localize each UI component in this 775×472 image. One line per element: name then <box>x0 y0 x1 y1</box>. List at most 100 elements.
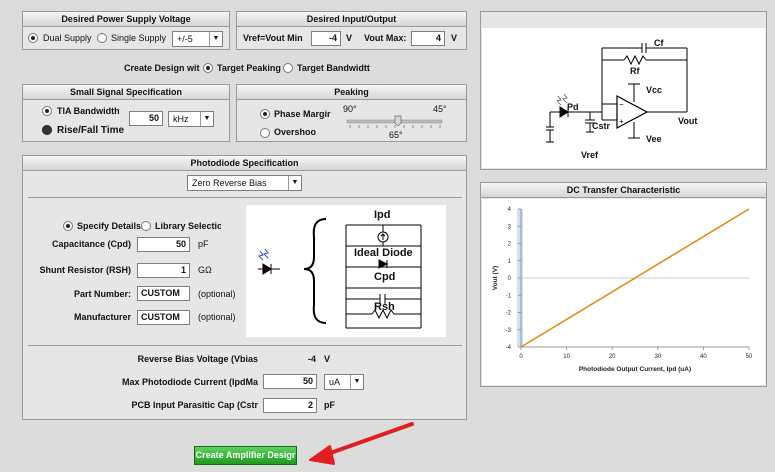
phase-margin-radio[interactable] <box>260 109 270 119</box>
small-signal-panel: Small Signal Specification TIA Bandwidth… <box>22 84 230 142</box>
bandwidth-input[interactable]: 50 <box>129 111 163 126</box>
chevron-down-icon: ▼ <box>350 375 363 389</box>
single-supply-radio[interactable] <box>97 33 107 43</box>
y-tick-label: 0 <box>508 276 512 282</box>
photodiode-icon <box>258 248 280 275</box>
schematic-panel: − + Cf Rf Vcc Pd Cstr Vout Vee Vref <box>480 11 767 170</box>
y-tick-label: 2 <box>508 242 512 248</box>
schematic-pd-label: Pd <box>567 102 579 112</box>
shunt-resistor-unit: GΩ <box>198 265 212 275</box>
phase-margin-label: Phase Margir <box>274 109 331 119</box>
supply-voltage-value: +/-5 <box>177 34 193 44</box>
schematic-vee-label: Vee <box>646 134 662 144</box>
vout-max-label: Vout Max: <box>364 33 407 43</box>
small-signal-title: Small Signal Specification <box>23 85 229 100</box>
phase-margin-slider[interactable] <box>345 115 445 129</box>
capacitance-unit: pF <box>198 239 209 249</box>
single-supply-label: Single Supply <box>111 33 167 43</box>
x-tick-label: 0 <box>519 354 523 360</box>
model-ideal-diode-label: Ideal Diode <box>354 247 413 259</box>
x-tick-label: 20 <box>609 354 616 360</box>
photodiode-model-diagram: Ipd Ideal Diode Cpd Rsh <box>246 205 446 337</box>
schematic-cf-label: Cf <box>654 38 664 48</box>
y-tick-label: 3 <box>508 224 512 230</box>
peaking-panel: Peaking Phase Margir Overshoo 90° 45° 65… <box>236 84 467 142</box>
schematic-rf-label: Rf <box>630 66 640 76</box>
bandwidth-unit-select[interactable]: kHz ▼ <box>168 111 214 127</box>
create-amplifier-button[interactable]: Create Amplifier Desigr <box>194 446 297 465</box>
slider-value-label: 65° <box>389 130 403 140</box>
part-number-input[interactable]: CUSTOM <box>137 286 190 301</box>
manufacturer-optional: (optional) <box>198 312 236 322</box>
brace-symbol <box>303 218 327 324</box>
tia-schematic: − + Cf Rf Vcc Pd Cstr Vout Vee Vref <box>482 28 765 168</box>
part-number-label: Part Number: <box>73 289 131 299</box>
dc-transfer-panel: DC Transfer Characteristic 4 3 2 1 0 -1 -2 -3 -4… <box>480 182 767 387</box>
chevron-down-icon: ▼ <box>209 32 222 46</box>
max-current-unit-value: uA <box>329 377 341 387</box>
input-output-title: Desired Input/Output <box>237 12 466 27</box>
chart-area: 4 3 2 1 0 -1 -2 -3 -4 0 10 20 30 40 50 Photodiode Outpu… <box>482 199 765 385</box>
divider <box>28 197 462 198</box>
input-output-panel: Desired Input/Output Vref=Vout Min -4 V … <box>236 11 467 50</box>
bandwidth-unit-value: kHz <box>173 114 189 124</box>
capacitance-input[interactable]: 50 <box>137 237 190 252</box>
shunt-resistor-input[interactable]: 1 <box>137 263 190 278</box>
slider-min-label: 90° <box>343 104 357 114</box>
y-tick-label: 1 <box>508 259 512 265</box>
shunt-resistor-label: Shunt Resistor (RSH) <box>39 265 131 275</box>
y-axis-label: Vout (V) <box>492 266 499 290</box>
vout-max-input[interactable]: 4 <box>411 31 445 46</box>
chart-title: DC Transfer Characteristic <box>481 183 766 198</box>
bias-mode-value: Zero Reverse Bias <box>192 178 267 188</box>
schematic-cstr-label: Cstr <box>592 121 611 131</box>
cstr-label: PCB Input Parasitic Cap (Cstr <box>131 400 258 410</box>
reverse-bias-unit: V <box>324 354 331 364</box>
rise-fall-radio[interactable] <box>42 125 52 135</box>
dual-supply-radio[interactable] <box>28 33 38 43</box>
x-tick-label: 50 <box>746 354 753 360</box>
photodiode-panel: Photodiode Specification Zero Reverse Bi… <box>22 155 467 420</box>
y-tick-label: -4 <box>506 345 512 351</box>
target-bandwidth-label: Target Bandwidtt <box>297 63 370 73</box>
capacitance-label: Capacitance (Cpd) <box>51 239 131 249</box>
schematic-vcc-label: Vcc <box>646 85 663 95</box>
vout-min-unit: V <box>346 33 353 43</box>
power-supply-title: Desired Power Supply Voltage <box>23 12 229 27</box>
part-number-optional: (optional) <box>198 289 236 299</box>
model-ipd-label: Ipd <box>374 209 391 221</box>
vout-min-input[interactable]: -4 <box>311 31 341 46</box>
power-supply-panel: Desired Power Supply Voltage Dual Supply… <box>22 11 230 50</box>
overshoot-radio[interactable] <box>260 128 270 138</box>
svg-text:−: − <box>619 100 624 109</box>
manufacturer-input[interactable]: CUSTOM <box>137 310 190 325</box>
svg-text:+: + <box>619 117 624 126</box>
target-peaking-label: Target Peaking <box>217 63 281 73</box>
y-tick-label: -1 <box>506 293 512 299</box>
max-current-unit-select[interactable]: uA ▼ <box>324 374 364 390</box>
y-tick-label: -2 <box>506 311 512 317</box>
y-tick-label: 4 <box>508 207 512 213</box>
overshoot-label: Overshoo <box>274 127 317 137</box>
specify-details-radio[interactable] <box>63 221 73 231</box>
bias-mode-select[interactable]: Zero Reverse Bias ▼ <box>187 175 302 191</box>
schematic-vref-label: Vref <box>581 150 599 160</box>
model-cpd-label: Cpd <box>374 271 396 283</box>
library-selection-label: Library Selection <box>155 221 221 231</box>
specify-details-label: Specify Details <box>77 221 142 231</box>
photodiode-title: Photodiode Specification <box>23 156 466 171</box>
tia-bandwidth-radio[interactable] <box>42 106 52 116</box>
x-tick-label: 40 <box>700 354 707 360</box>
max-current-input[interactable]: 50 <box>263 374 317 389</box>
schematic-vout-label: Vout <box>678 116 698 126</box>
slider-max-label: 45° <box>433 104 447 114</box>
supply-voltage-select[interactable]: +/-5 ▼ <box>172 31 223 47</box>
target-bandwidth-radio[interactable] <box>283 63 293 73</box>
x-tick-label: 10 <box>563 354 570 360</box>
library-selection-radio[interactable] <box>141 221 151 231</box>
max-current-label: Max Photodiode Current (IpdMa <box>122 377 258 387</box>
target-peaking-radio[interactable] <box>203 63 213 73</box>
y-tick-label: -3 <box>506 328 512 334</box>
chevron-down-icon: ▼ <box>288 176 301 190</box>
cstr-input[interactable]: 2 <box>263 398 317 413</box>
